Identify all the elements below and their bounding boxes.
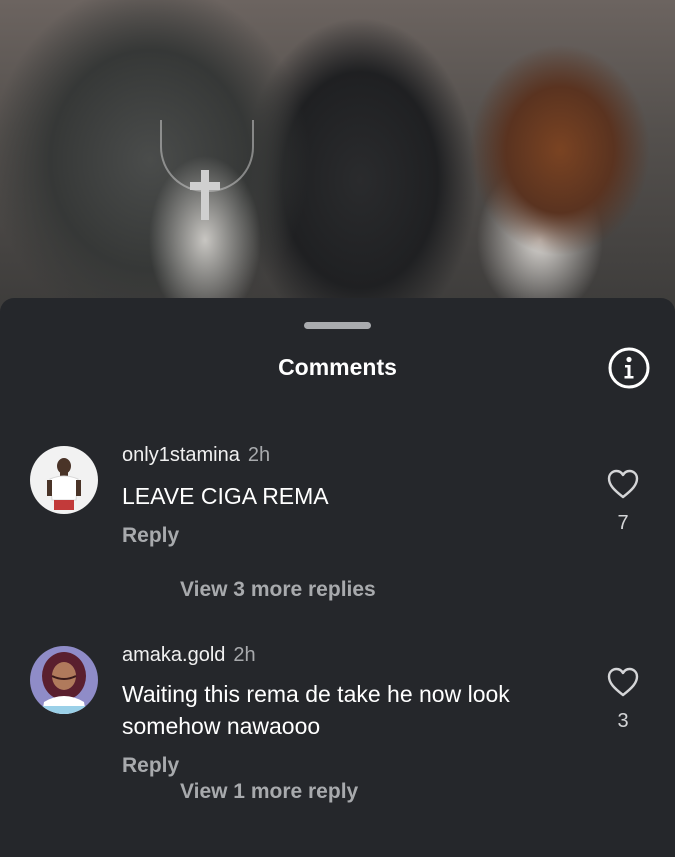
sheet-drag-handle[interactable] — [304, 322, 371, 329]
comment-header: only1stamina 2h — [122, 444, 270, 467]
comment-username[interactable]: amaka.gold — [122, 644, 225, 666]
video-background[interactable] — [0, 0, 675, 330]
info-icon[interactable] — [607, 346, 651, 390]
reply-button[interactable]: Reply — [122, 754, 179, 778]
like-count: 3 — [617, 710, 629, 732]
heart-icon[interactable] — [606, 468, 640, 500]
reel-comments-screen: Comments only1stamina 2h LEAVE CIGA REMA… — [0, 0, 675, 857]
avatar[interactable] — [30, 646, 98, 714]
avatar[interactable] — [30, 446, 98, 514]
user-avatar-icon — [30, 446, 98, 514]
comment-time: 2h — [247, 444, 271, 466]
comment-username[interactable]: only1stamina — [122, 444, 240, 466]
comment-text: LEAVE CIGA REMA — [122, 483, 329, 509]
reply-button[interactable]: Reply — [122, 524, 179, 548]
comment-header: amaka.gold 2h — [122, 644, 256, 667]
comment-time: 2h — [233, 644, 256, 666]
comments-sheet: Comments only1stamina 2h LEAVE CIGA REMA… — [0, 298, 675, 857]
like-count: 7 — [617, 512, 629, 534]
view-more-replies[interactable]: View 1 more reply — [180, 780, 358, 804]
sheet-title: Comments — [278, 354, 397, 380]
cross-pendant — [190, 170, 220, 220]
comment-text: Waiting this rema de take he now look so… — [122, 681, 510, 739]
user-avatar-icon — [30, 646, 98, 714]
heart-icon[interactable] — [606, 666, 640, 698]
view-more-replies[interactable]: View 3 more replies — [180, 578, 376, 602]
